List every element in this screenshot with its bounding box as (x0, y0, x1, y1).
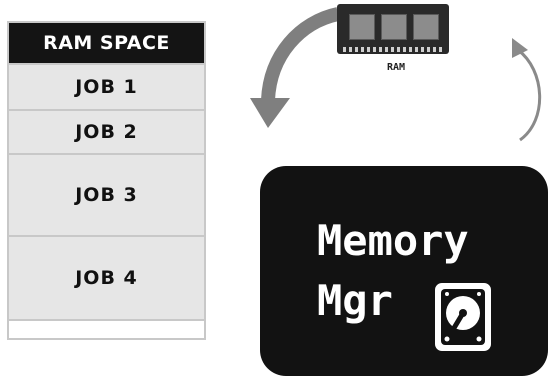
ram-space-table: RAM SPACE JOB 1 JOB 2 JOB 3 JOB 4 (7, 21, 206, 340)
right-curved-arrow (512, 38, 542, 142)
memory-manager-title-line1: Memory (317, 216, 469, 265)
ram-chip-icon (337, 4, 449, 54)
ram-chip-module (381, 14, 407, 40)
ram-space-header: RAM SPACE (9, 23, 204, 63)
memory-manager-box: Memory Mgr (260, 166, 548, 376)
hard-disk-icon (435, 283, 491, 351)
diagram-canvas: RAM SPACE JOB 1 JOB 2 JOB 3 JOB 4 RAM Me… (0, 0, 555, 380)
job-1-row: JOB 1 (9, 63, 204, 109)
ram-chip-label: RAM (386, 62, 406, 73)
ram-chip-module (349, 14, 375, 40)
free-space-row (9, 319, 204, 338)
ram-chip-pins (343, 47, 443, 52)
memory-manager-title-line2: Mgr (317, 276, 393, 325)
job-4-row: JOB 4 (9, 235, 204, 319)
job-2-row: JOB 2 (9, 109, 204, 153)
ram-chip-module (413, 14, 439, 40)
left-curved-arrow (250, 7, 340, 128)
job-3-row: JOB 3 (9, 153, 204, 235)
